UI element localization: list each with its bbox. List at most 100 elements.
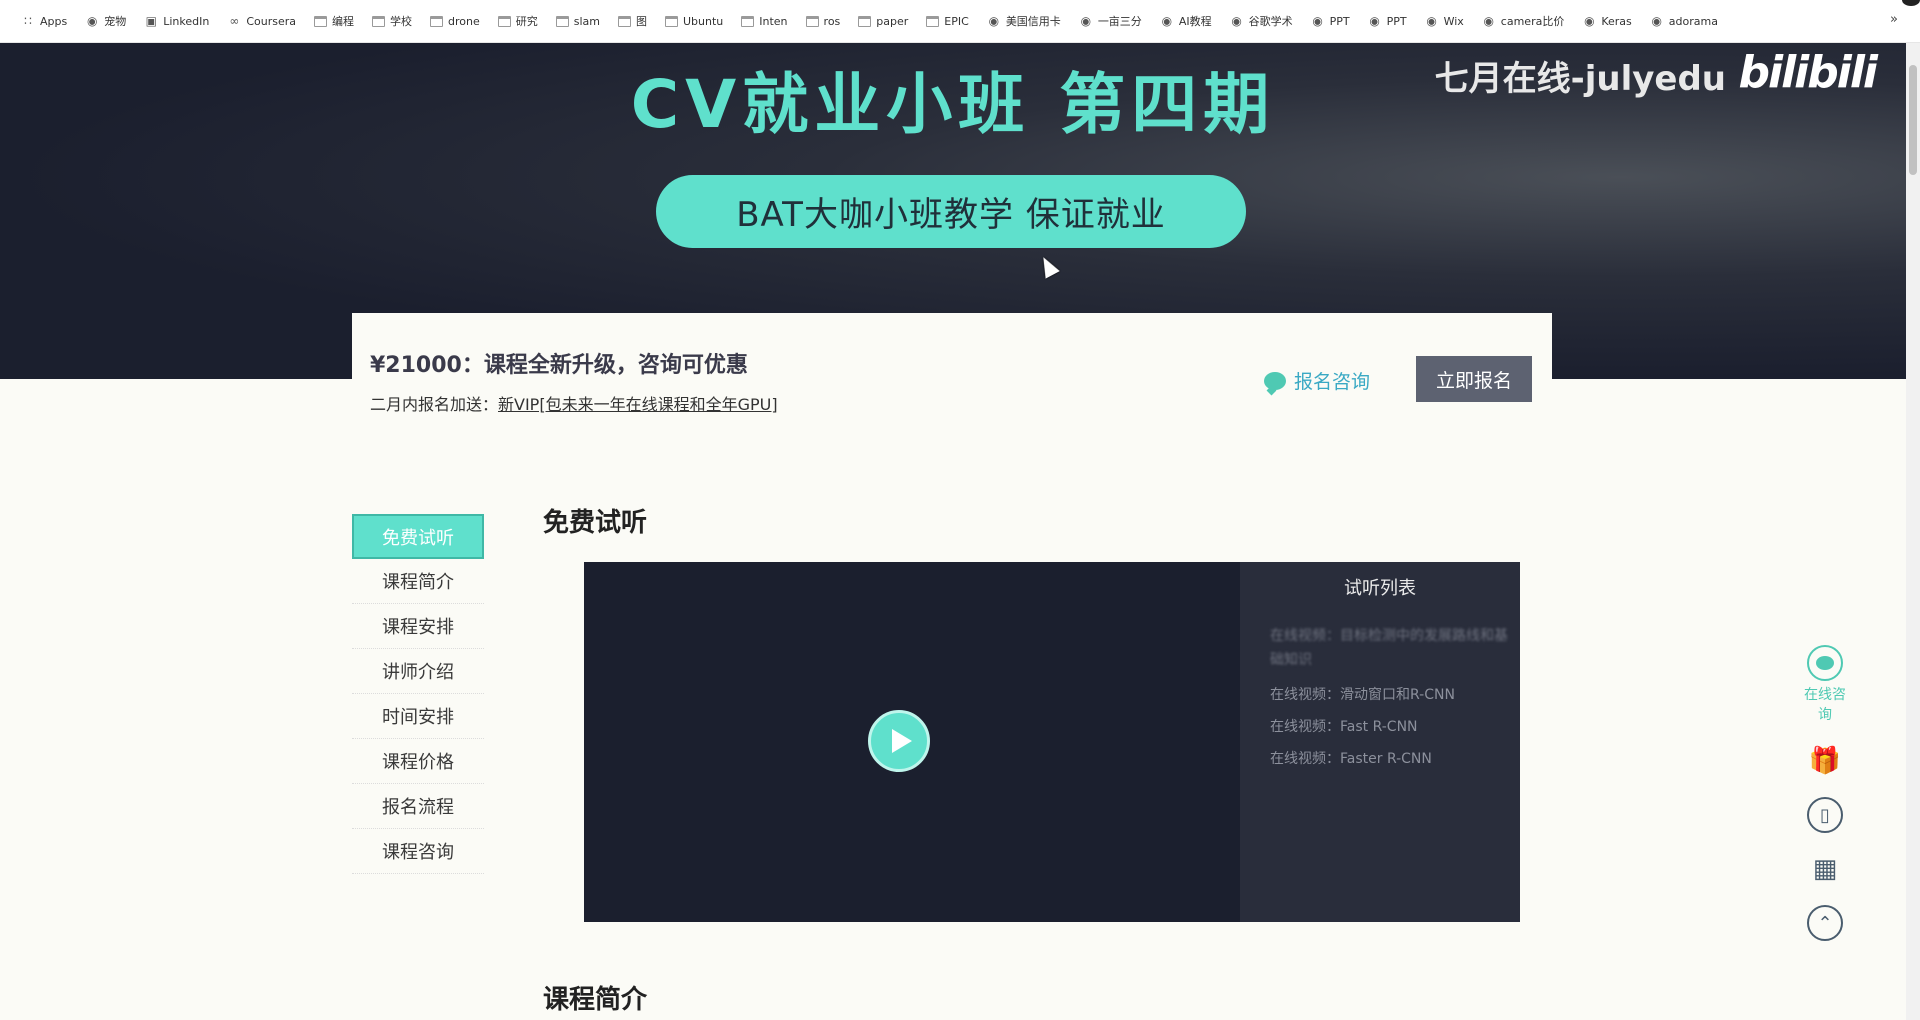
back-to-top-button[interactable]: ⌃ (1807, 905, 1843, 941)
bookmark-item[interactable]: ◉ 谷歌学术 (1221, 7, 1302, 35)
nav-item[interactable]: 课程简介 (352, 559, 484, 604)
bookmark-label: ros (823, 14, 841, 28)
bookmark-label: adorama (1668, 14, 1718, 28)
bookmark-item[interactable]: EPIC (917, 7, 978, 35)
bookmark-item[interactable]: 学校 (363, 7, 421, 35)
bookmark-item[interactable]: ◉ 美国信用卡 (978, 7, 1070, 35)
bookmark-item[interactable]: ◉ 一亩三分 (1070, 7, 1151, 35)
online-consult-label: 在线咨询 (1804, 687, 1846, 723)
bookmark-item[interactable]: ◉ Wix (1416, 7, 1473, 35)
bookmark-item[interactable]: paper (849, 7, 917, 35)
bilibili-logo: bilibili (1738, 47, 1878, 98)
hero-slogan-pill: BAT大咖小班教学 保证就业 (656, 175, 1246, 248)
vip-offer-link[interactable]: 新VIP[包未来一年在线课程和全年GPU] (498, 395, 778, 414)
bookmark-item[interactable]: drone (421, 7, 489, 35)
price-subtitle: 二月内报名加送：新VIP[包未来一年在线课程和全年GPU] (370, 391, 778, 415)
playlist-item[interactable]: 在线视频：Faster R-CNN (1270, 748, 1432, 768)
bookmark-label: EPIC (944, 14, 969, 28)
bookmark-label: slam (573, 14, 600, 28)
profile-dot[interactable] (1902, 0, 1920, 6)
bookmark-item[interactable]: ◉ AI教程 (1151, 7, 1221, 35)
price-subtitle-prefix: 二月内报名加送： (370, 395, 499, 414)
bookmark-item[interactable]: ▣ LinkedIn (135, 7, 218, 35)
folder-icon (665, 15, 678, 27)
consult-button[interactable]: 报名咨询 (1264, 367, 1370, 394)
play-button[interactable] (868, 710, 930, 772)
bookmark-item[interactable]: ros (797, 7, 850, 35)
folder-icon (805, 15, 819, 27)
bookmark-label: camera比价 (1500, 15, 1565, 28)
folder-icon (430, 15, 444, 27)
play-icon (891, 729, 912, 753)
bookmark-label: PPT (1386, 14, 1407, 28)
apps-grid-icon: ∷ (24, 14, 32, 28)
bookmark-item[interactable]: ◉ PPT (1359, 7, 1416, 35)
bookmarks-list: ∷ Apps ◉ 宠物 ▣ LinkedIn ∞ Coursera 编程 学校 drone 研究 sla… (12, 7, 1727, 35)
qr-code-icon[interactable]: ▦ (1807, 851, 1843, 887)
mobile-phone-button[interactable]: ▯ (1807, 797, 1843, 833)
folder-icon (497, 15, 511, 27)
bookmarks-overflow-button[interactable]: » (1890, 12, 1898, 27)
video-player: 试听列表 在线视频：目标检测中的发展路线和基础知识 在线视频：滑动窗口和R-CNN… (584, 562, 1520, 922)
folder-icon (741, 15, 755, 27)
folder-icon (555, 15, 569, 27)
bookmark-item[interactable]: Ubuntu (656, 7, 732, 35)
folder-icon (858, 15, 872, 27)
bookmark-label: Coursera (246, 14, 297, 28)
folder-icon (926, 15, 940, 27)
bookmark-label: 研究 (515, 15, 538, 28)
bookmark-item[interactable]: Inten (732, 7, 796, 35)
nav-item[interactable]: 免费试听 (352, 514, 484, 559)
bookmark-item[interactable]: ◉ 宠物 (76, 7, 135, 35)
bookmark-item[interactable]: ◉ Keras (1573, 7, 1640, 35)
nav-item[interactable]: 课程安排 (352, 604, 484, 649)
site-icon: ◉ (1369, 14, 1380, 28)
bookmark-item[interactable]: ◉ camera比价 (1473, 7, 1574, 35)
linkedin-icon: ▣ (145, 14, 157, 28)
folder-icon (618, 15, 631, 27)
chevron-up-icon: ⌃ (1807, 905, 1843, 941)
bookmark-item[interactable]: 图 (609, 7, 656, 35)
hero-brand: 七月在线-julyedu (1434, 59, 1726, 99)
bookmark-label: LinkedIn (163, 14, 210, 28)
online-consult-button[interactable] (1807, 645, 1843, 681)
bookmark-label: Inten (759, 14, 788, 28)
nav-item[interactable]: 报名流程 (352, 784, 484, 829)
playlist-item[interactable]: 在线视频：Fast R-CNN (1270, 716, 1418, 736)
bookmark-label: 编程 (332, 15, 355, 28)
site-icon: ◉ (86, 14, 98, 28)
trial-playlist: 试听列表 在线视频：目标检测中的发展路线和基础知识 在线视频：滑动窗口和R-CNN… (1240, 562, 1520, 922)
gift-box-icon[interactable]: 🎁 (1807, 743, 1843, 779)
chat-bubble-icon (1816, 656, 1834, 670)
playlist-item[interactable]: 在线视频：目标检测中的发展路线和基础知识 (1270, 624, 1510, 672)
nav-item[interactable]: 讲师介绍 (352, 649, 484, 694)
folder-icon (314, 15, 328, 27)
bookmark-label: 学校 (390, 15, 413, 28)
site-icon: ◉ (988, 14, 1000, 28)
scrollbar-thumb[interactable] (1909, 65, 1917, 175)
bookmark-item[interactable]: 研究 (489, 7, 547, 35)
page-scrollbar[interactable] (1906, 43, 1920, 1020)
bookmark-item[interactable]: ∞ Coursera (218, 7, 305, 35)
coursera-icon: ∞ (229, 14, 240, 28)
bookmark-label: 谷歌学术 (1248, 15, 1293, 28)
bookmark-label: Apps (40, 14, 68, 28)
mobile-phone-icon: ▯ (1807, 797, 1843, 833)
enroll-button[interactable]: 立即报名 (1416, 356, 1532, 402)
playlist-item[interactable]: 在线视频：滑动窗口和R-CNN (1270, 684, 1455, 704)
bookmark-label: paper (876, 14, 909, 28)
bookmark-item[interactable]: ◉ adorama (1641, 7, 1727, 35)
bookmark-item[interactable]: ◉ PPT (1302, 7, 1359, 35)
bookmark-item[interactable]: ∷ Apps (12, 7, 76, 35)
bookmark-label: PPT (1329, 14, 1350, 28)
course-section-nav: 免费试听 课程简介 课程安排 讲师介绍 时间安排 课程价格 报名流程 课程咨询 (352, 514, 484, 874)
nav-item[interactable]: 课程咨询 (352, 829, 484, 874)
bookmark-item[interactable]: slam (547, 7, 609, 35)
nav-item[interactable]: 课程价格 (352, 739, 484, 784)
nav-item[interactable]: 时间安排 (352, 694, 484, 739)
bookmark-label: AI教程 (1178, 15, 1212, 28)
bookmark-item[interactable]: 编程 (305, 7, 363, 35)
site-icon: ◉ (1426, 14, 1437, 28)
bookmark-label: 一亩三分 (1097, 15, 1142, 28)
bookmark-label: Wix (1443, 14, 1464, 28)
